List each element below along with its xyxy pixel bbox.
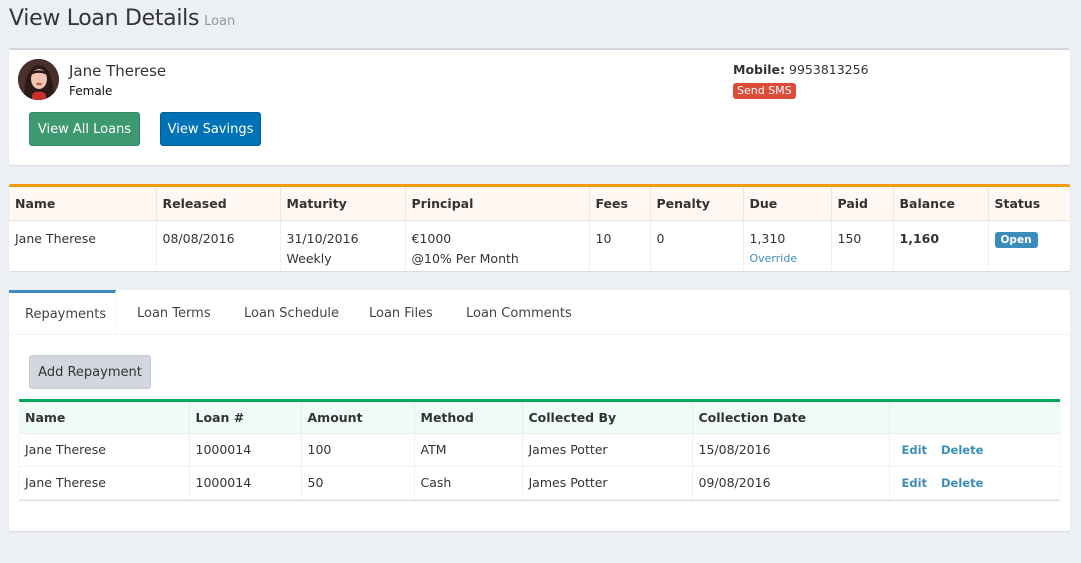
cell-name: Jane Therese	[19, 466, 190, 500]
loan-fees: 10	[589, 220, 651, 270]
view-savings-button[interactable]: View Savings	[160, 112, 261, 146]
repayment-frequency: Weekly	[286, 250, 332, 266]
tab-loan-files[interactable]: Loan Files	[353, 290, 449, 335]
principal-amount: €1000	[411, 230, 452, 246]
tab-loan-terms[interactable]: Loan Terms	[121, 290, 227, 335]
loan-principal: €1000 @10% Per Month	[405, 220, 590, 270]
loan-tabs-box: Repayments Loan Terms Loan Schedule Loan…	[9, 290, 1070, 531]
loan-paid: 150	[831, 220, 894, 270]
col-maturity: Maturity	[280, 187, 406, 221]
borrower-name: Jane Therese	[69, 62, 167, 80]
override-link[interactable]: Override	[750, 249, 825, 269]
add-repayment-button[interactable]: Add Repayment	[29, 355, 151, 389]
delete-link[interactable]: Delete	[941, 443, 983, 457]
tab-bar: Repayments Loan Terms Loan Schedule Loan…	[9, 290, 1070, 335]
loan-status: Open	[988, 220, 1070, 270]
col-name: Name	[9, 187, 157, 221]
loan-row: Jane Therese 08/08/2016 31/10/2016 Weekl…	[9, 220, 1070, 270]
tab-repayments[interactable]: Repayments	[9, 290, 116, 335]
table-row: Jane Therese 1000014 50 Cash James Potte…	[19, 466, 1060, 500]
cell-method: ATM	[414, 433, 523, 467]
edit-link[interactable]: Edit	[902, 443, 928, 457]
delete-link[interactable]: Delete	[941, 476, 983, 490]
col-penalty: Penalty	[650, 187, 744, 221]
loan-name: Jane Therese	[9, 220, 157, 270]
col-actions	[889, 402, 1060, 434]
loan-penalty: 0	[650, 220, 744, 270]
borrower-gender: Female	[69, 84, 113, 98]
cell-collection-date: 09/08/2016	[692, 466, 890, 500]
mobile-info: Mobile: 9953813256	[733, 62, 869, 77]
repayments-table-box: Name Loan # Amount Method Collected By C…	[19, 399, 1060, 500]
page-title: View Loan Details	[9, 6, 200, 31]
cell-method: Cash	[414, 466, 523, 500]
tab-loan-comments[interactable]: Loan Comments	[450, 290, 588, 335]
loan-due: 1,310 Override	[743, 220, 832, 270]
borrower-box: Jane Therese Female View All Loans View …	[9, 48, 1070, 165]
col-principal: Principal	[405, 187, 590, 221]
mobile-label: Mobile:	[733, 62, 786, 77]
avatar	[18, 59, 59, 100]
col-collected-by: Collected By	[522, 402, 693, 434]
mobile-number: 9953813256	[789, 62, 869, 77]
page-header: View Loan Details Loan	[9, 6, 235, 36]
cell-actions: Edit Delete	[889, 433, 1060, 467]
send-sms-button[interactable]: Send SMS	[733, 83, 796, 99]
cell-name: Jane Therese	[19, 433, 190, 467]
col-collection-date: Collection Date	[692, 402, 890, 434]
cell-amount: 50	[301, 466, 415, 500]
tab-loan-schedule[interactable]: Loan Schedule	[228, 290, 355, 335]
loan-maturity: 31/10/2016 Weekly	[280, 220, 406, 270]
col-name: Name	[19, 402, 190, 434]
col-due: Due	[743, 187, 832, 221]
loan-summary-box: Name Released Maturity Principal Fees Pe…	[9, 184, 1070, 271]
status-badge: Open	[994, 231, 1038, 248]
cell-collected-by: James Potter	[522, 433, 693, 467]
page-subtitle: Loan	[204, 14, 236, 29]
view-all-loans-button[interactable]: View All Loans	[29, 112, 140, 146]
col-fees: Fees	[589, 187, 651, 221]
cell-amount: 100	[301, 433, 415, 467]
col-method: Method	[414, 402, 523, 434]
due-amount: 1,310	[749, 230, 786, 246]
cell-loan-number: 1000014	[189, 433, 302, 467]
loan-released: 08/08/2016	[156, 220, 281, 270]
cell-loan-number: 1000014	[189, 466, 302, 500]
interest-rate: @10% Per Month	[411, 250, 519, 266]
cell-actions: Edit Delete	[889, 466, 1060, 500]
repayments-table: Name Loan # Amount Method Collected By C…	[19, 402, 1060, 500]
col-loan-number: Loan #	[189, 402, 302, 434]
col-amount: Amount	[301, 402, 415, 434]
loan-balance: 1,160	[893, 220, 989, 270]
col-status: Status	[988, 187, 1070, 221]
col-balance: Balance	[893, 187, 989, 221]
table-row: Jane Therese 1000014 100 ATM James Potte…	[19, 433, 1060, 467]
col-paid: Paid	[831, 187, 894, 221]
col-released: Released	[156, 187, 281, 221]
loan-summary-table: Name Released Maturity Principal Fees Pe…	[9, 187, 1070, 270]
edit-link[interactable]: Edit	[902, 476, 928, 490]
cell-collected-by: James Potter	[522, 466, 693, 500]
cell-collection-date: 15/08/2016	[692, 433, 890, 467]
maturity-date: 31/10/2016	[286, 230, 359, 246]
